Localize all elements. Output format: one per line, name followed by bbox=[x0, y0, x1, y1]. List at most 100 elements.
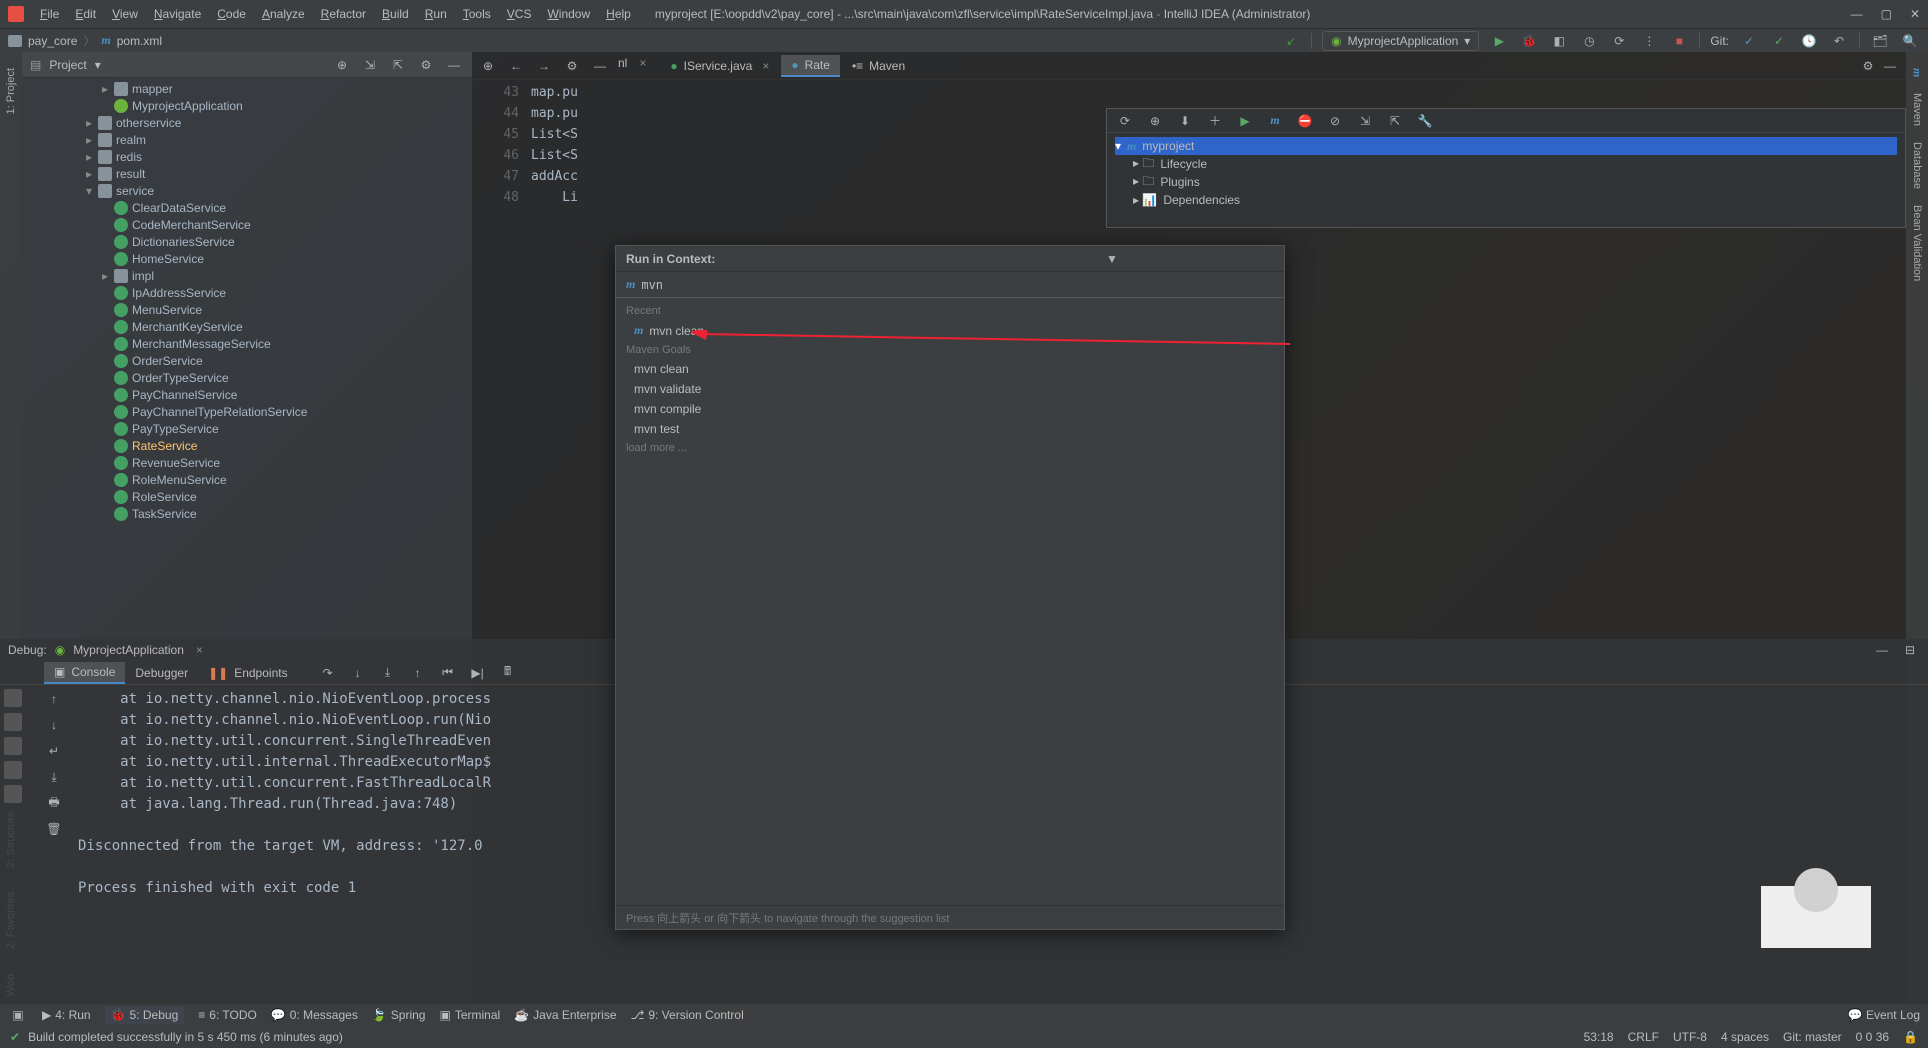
target-icon[interactable]: ⊕ bbox=[478, 56, 498, 76]
print-icon[interactable]: 🖶 bbox=[44, 793, 64, 813]
indent-info[interactable]: 4 spaces bbox=[1721, 1030, 1769, 1044]
hide-icon[interactable]: — bbox=[590, 56, 610, 76]
debug-config[interactable]: MyprojectApplication bbox=[73, 643, 184, 657]
popup-item-recent-mvn-clean[interactable]: m mvn clean bbox=[616, 320, 1284, 341]
popup-input[interactable] bbox=[641, 278, 1274, 292]
expand-icon[interactable]: ⇲ bbox=[360, 55, 380, 75]
view-breakpoints-button[interactable] bbox=[4, 761, 22, 779]
menu-vcs[interactable]: VCS bbox=[499, 3, 540, 25]
menu-run[interactable]: Run bbox=[417, 3, 455, 25]
bottom-tab-4--run[interactable]: ▶4: Run bbox=[42, 1006, 91, 1024]
debug-button[interactable]: 🐞 bbox=[1519, 31, 1539, 51]
maximize-button[interactable]: ▢ bbox=[1881, 7, 1892, 21]
menu-window[interactable]: Window bbox=[539, 3, 598, 25]
resume-button[interactable] bbox=[4, 689, 22, 707]
maven-plugins[interactable]: ▸ 🗀 Plugins bbox=[1115, 173, 1897, 191]
maven-dependencies[interactable]: ▸ 📊 Dependencies bbox=[1115, 191, 1897, 209]
tree-item-cleardataservice[interactable]: ClearDataService bbox=[22, 199, 472, 216]
folder-open-icon[interactable]: 🗂 bbox=[1870, 31, 1890, 51]
menu-refactor[interactable]: Refactor bbox=[313, 3, 374, 25]
rail-database-tab[interactable]: Database bbox=[1911, 134, 1923, 197]
search-button[interactable]: 🔍 bbox=[1900, 31, 1920, 51]
bottom-tab-6--todo[interactable]: ≡6: TODO bbox=[198, 1006, 257, 1024]
rail-maven-tab[interactable]: m bbox=[1910, 60, 1925, 85]
menu-navigate[interactable]: Navigate bbox=[146, 3, 209, 25]
tree-item-revenueservice[interactable]: RevenueService bbox=[22, 454, 472, 471]
menu-build[interactable]: Build bbox=[374, 3, 417, 25]
gear-icon[interactable]: ⊟ bbox=[1900, 640, 1920, 660]
gear-icon[interactable]: ⚙ bbox=[416, 55, 436, 75]
tree-item-codemerchantservice[interactable]: CodeMerchantService bbox=[22, 216, 472, 233]
toggle-offline-icon[interactable]: ⛔ bbox=[1295, 111, 1315, 131]
tree-item-ordertypeservice[interactable]: OrderTypeService bbox=[22, 369, 472, 386]
clear-icon[interactable]: 🗑 bbox=[44, 819, 64, 839]
gear-icon[interactable]: ⚙ bbox=[1858, 56, 1878, 76]
bottom-tab-9--version-control[interactable]: ⎇9: Version Control bbox=[631, 1006, 744, 1024]
hide-icon[interactable]: — bbox=[1872, 640, 1892, 660]
profile-button[interactable]: ◷ bbox=[1579, 31, 1599, 51]
attach-button[interactable]: ⋮ bbox=[1639, 31, 1659, 51]
add-icon[interactable]: ＋ bbox=[1205, 111, 1225, 131]
tree-item-paychanneltyperelationservice[interactable]: PayChannelTypeRelationService bbox=[22, 403, 472, 420]
menu-tools[interactable]: Tools bbox=[455, 3, 499, 25]
popup-item-mvn-clean[interactable]: mvn clean bbox=[616, 359, 1284, 379]
scroll-icon[interactable]: ⤓ bbox=[44, 767, 64, 787]
rail-project-tab[interactable]: 1: Project bbox=[5, 60, 17, 122]
soft-wrap-icon[interactable]: ↵ bbox=[44, 741, 64, 761]
target-icon[interactable]: ⊕ bbox=[332, 55, 352, 75]
bottom-tab-terminal[interactable]: ▣Terminal bbox=[439, 1006, 500, 1024]
rail-maven-text[interactable]: Maven bbox=[1911, 85, 1923, 134]
tree-item-result[interactable]: ▸result bbox=[22, 165, 472, 182]
step-into-icon[interactable]: ↓ bbox=[348, 663, 368, 683]
git-commit-button[interactable]: ✓ bbox=[1769, 31, 1789, 51]
tree-item-menuservice[interactable]: MenuService bbox=[22, 301, 472, 318]
step-over-icon[interactable]: ↷ bbox=[318, 663, 338, 683]
editor-tab-maven[interactable]: •≡Maven bbox=[842, 56, 915, 76]
close-icon[interactable]: × bbox=[196, 643, 203, 657]
settings-icon[interactable]: 🔧 bbox=[1415, 111, 1435, 131]
tree-item-impl[interactable]: ▸impl bbox=[22, 267, 472, 284]
run-icon[interactable]: ▶ bbox=[1235, 111, 1255, 131]
bottom-tab-0--messages[interactable]: 💬0: Messages bbox=[271, 1006, 358, 1024]
debug-tab-debugger[interactable]: Debugger bbox=[125, 663, 198, 683]
popup-item-mvn-compile[interactable]: mvn compile bbox=[616, 399, 1284, 419]
tree-item-rolemenuservice[interactable]: RoleMenuService bbox=[22, 471, 472, 488]
down-icon[interactable]: ↓ bbox=[44, 715, 64, 735]
popup-load-more[interactable]: load more ... bbox=[616, 439, 1284, 457]
tree-item-myprojectapplication[interactable]: MyprojectApplication bbox=[22, 97, 472, 114]
tree-item-taskservice[interactable]: TaskService bbox=[22, 505, 472, 522]
download-icon[interactable]: ⬇ bbox=[1175, 111, 1195, 131]
tree-item-merchantkeyservice[interactable]: MerchantKeyService bbox=[22, 318, 472, 335]
git-branch[interactable]: Git: master bbox=[1783, 1030, 1842, 1044]
step-out-icon[interactable]: ↑ bbox=[408, 663, 428, 683]
tree-item-homeservice[interactable]: HomeService bbox=[22, 250, 472, 267]
collapse-icon[interactable]: ⇲ bbox=[1355, 111, 1375, 131]
tree-item-service[interactable]: ▾service bbox=[22, 182, 472, 199]
hide-icon[interactable]: — bbox=[1880, 56, 1900, 76]
forward-icon[interactable]: → bbox=[534, 56, 554, 76]
tree-item-roleservice[interactable]: RoleService bbox=[22, 488, 472, 505]
git-revert-button[interactable]: ↶ bbox=[1829, 31, 1849, 51]
maven-root[interactable]: ▾ m myproject bbox=[1115, 137, 1897, 155]
collapse-icon[interactable]: ⇱ bbox=[388, 55, 408, 75]
hotswap-button[interactable]: ⟳ bbox=[1609, 31, 1629, 51]
expand-icon[interactable]: ⇱ bbox=[1385, 111, 1405, 131]
skip-tests-icon[interactable]: ⊘ bbox=[1325, 111, 1345, 131]
git-update-button[interactable]: ✓ bbox=[1739, 31, 1759, 51]
tree-item-merchantmessageservice[interactable]: MerchantMessageService bbox=[22, 335, 472, 352]
event-log-button[interactable]: 💬 Event Log bbox=[1848, 1008, 1920, 1022]
tree-item-dictionariesservice[interactable]: DictionariesService bbox=[22, 233, 472, 250]
tree-item-paytypeservice[interactable]: PayTypeService bbox=[22, 420, 472, 437]
menu-code[interactable]: Code bbox=[209, 3, 254, 25]
breadcrumb-file[interactable]: pom.xml bbox=[117, 34, 162, 48]
run-cursor-icon[interactable]: ▶| bbox=[468, 663, 488, 683]
tree-item-ipaddressservice[interactable]: IpAddressService bbox=[22, 284, 472, 301]
rail-bean-tab[interactable]: Bean Validation bbox=[1911, 197, 1923, 289]
force-step-icon[interactable]: ⤓ bbox=[378, 663, 398, 683]
editor-tab-rate[interactable]: ●Rate bbox=[781, 55, 840, 77]
eval-icon[interactable]: 🖩 bbox=[498, 663, 518, 683]
cursor-position[interactable]: 53:18 bbox=[1584, 1030, 1614, 1044]
run-button[interactable]: ▶ bbox=[1489, 31, 1509, 51]
back-icon[interactable]: ← bbox=[506, 56, 526, 76]
tree-item-rateservice[interactable]: RateService bbox=[22, 437, 472, 454]
